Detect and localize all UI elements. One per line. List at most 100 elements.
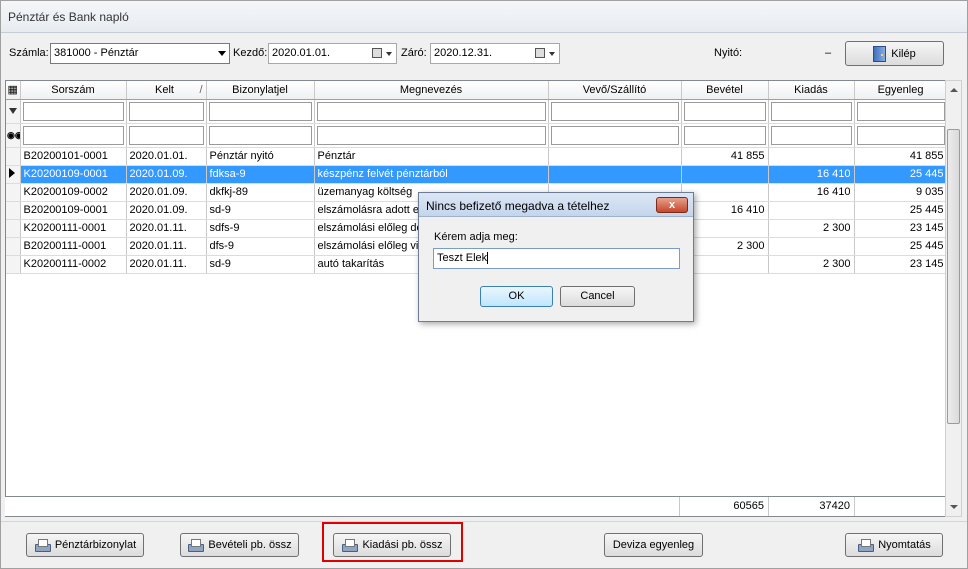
table-cell[interactable] <box>681 219 769 238</box>
table-cell[interactable] <box>548 147 682 166</box>
payer-name-input[interactable]: Teszt Elek <box>433 248 680 269</box>
col-header-bizonylatjel[interactable]: Bizonylatjel <box>206 81 315 100</box>
table-cell[interactable]: K20200109-0002 <box>20 183 127 202</box>
table-cell[interactable]: 16 410 <box>768 165 855 184</box>
filter-input-bizonylatjel[interactable] <box>208 101 312 121</box>
col-header-kiadas[interactable]: Kiadás <box>768 81 855 100</box>
calendar-icon[interactable] <box>535 48 545 58</box>
scroll-up-icon[interactable] <box>950 88 958 92</box>
table-cell[interactable] <box>681 255 769 274</box>
table-cell[interactable]: Pénztár <box>314 147 549 166</box>
start-date-field[interactable]: 2020.01.01. <box>268 43 397 64</box>
table-row[interactable]: K20200109-0001 2020.01.09. fdksa-9 készpénz… <box>6 165 945 184</box>
close-icon[interactable]: x <box>656 197 688 213</box>
col-header-kelt[interactable]: Kelt / <box>126 81 207 100</box>
filter-input-sorszam[interactable] <box>22 101 124 121</box>
search-input-vevo-szallito[interactable] <box>550 125 679 145</box>
table-cell[interactable]: sdfs-9 <box>206 219 315 238</box>
table-cell[interactable]: Pénztár nyitó <box>206 147 315 166</box>
table-cell[interactable] <box>768 147 855 166</box>
print-button[interactable]: Nyomtatás <box>845 533 943 557</box>
table-cell[interactable]: 41 855 <box>681 147 769 166</box>
col-header-egyenleg[interactable]: Egyenleg <box>854 81 945 100</box>
filter-input-kiadas[interactable] <box>770 101 852 121</box>
search-input-egyenleg[interactable] <box>856 125 945 145</box>
table-cell[interactable] <box>768 237 855 256</box>
end-date-field[interactable]: 2020.12.31. <box>430 43 560 64</box>
search-input-sorszam[interactable] <box>22 125 124 145</box>
row-indicator[interactable] <box>6 237 21 256</box>
col-header-sorszam[interactable]: Sorszám <box>20 81 127 100</box>
search-input-bizonylatjel[interactable] <box>208 125 312 145</box>
scroll-thumb[interactable] <box>947 129 960 424</box>
search-input-kiadas[interactable] <box>770 125 852 145</box>
col-header-bevetel[interactable]: Bevétel <box>681 81 769 100</box>
search-input-megnevezes[interactable] <box>316 125 546 145</box>
row-pointer-icon[interactable] <box>6 165 21 184</box>
table-cell[interactable]: 9 035 <box>854 183 945 202</box>
search-input-kelt[interactable] <box>128 125 204 145</box>
table-cell[interactable]: 25 445 <box>854 201 945 220</box>
table-cell[interactable]: készpénz felvét pénztárból <box>314 165 549 184</box>
ok-button[interactable]: OK <box>480 286 553 307</box>
cash-voucher-button[interactable]: Pénztárbizonylat <box>26 533 144 557</box>
table-cell[interactable]: K20200109-0001 <box>20 165 127 184</box>
filter-input-egyenleg[interactable] <box>856 101 945 121</box>
table-cell[interactable] <box>548 165 682 184</box>
col-header-vevo-szallito[interactable]: Vevő/Szállító <box>548 81 682 100</box>
table-cell[interactable] <box>768 201 855 220</box>
filter-input-vevo-szallito[interactable] <box>550 101 679 121</box>
row-indicator[interactable] <box>6 219 21 238</box>
table-cell[interactable]: 2020.01.09. <box>126 183 207 202</box>
table-cell[interactable]: K20200111-0001 <box>20 219 127 238</box>
table-cell[interactable]: sd-9 <box>206 201 315 220</box>
vertical-scrollbar[interactable] <box>945 80 962 517</box>
chevron-down-icon[interactable] <box>386 52 392 56</box>
filter-input-megnevezes[interactable] <box>316 101 546 121</box>
row-indicator[interactable] <box>6 183 21 202</box>
table-cell[interactable]: 2 300 <box>768 255 855 274</box>
row-indicator[interactable] <box>6 201 21 220</box>
table-cell[interactable]: 25 445 <box>854 237 945 256</box>
table-cell[interactable]: K20200111-0002 <box>20 255 127 274</box>
search-input-bevetel[interactable] <box>683 125 766 145</box>
calendar-icon[interactable] <box>372 48 382 58</box>
table-cell[interactable]: 2 300 <box>768 219 855 238</box>
filter-input-kelt[interactable] <box>128 101 204 121</box>
table-cell[interactable]: 23 145 <box>854 255 945 274</box>
table-cell[interactable]: sd-9 <box>206 255 315 274</box>
account-select[interactable]: 381000 - Pénztár <box>50 43 230 64</box>
table-cell[interactable]: 41 855 <box>854 147 945 166</box>
table-cell[interactable] <box>681 183 769 202</box>
table-cell[interactable]: 2020.01.01. <box>126 147 207 166</box>
table-cell[interactable]: 25 445 <box>854 165 945 184</box>
table-cell[interactable]: 2 300 <box>681 237 769 256</box>
column-chooser-icon[interactable]: ▦ <box>6 81 21 100</box>
row-indicator[interactable] <box>6 255 21 274</box>
table-cell[interactable] <box>681 165 769 184</box>
exit-button[interactable]: Kilép <box>845 41 944 66</box>
table-cell[interactable]: dkfkj-89 <box>206 183 315 202</box>
table-cell[interactable]: 2020.01.11. <box>126 237 207 256</box>
table-cell[interactable]: 16 410 <box>681 201 769 220</box>
table-cell[interactable]: 2020.01.09. <box>126 201 207 220</box>
chevron-down-icon[interactable] <box>549 52 555 56</box>
table-cell[interactable]: 2020.01.09. <box>126 165 207 184</box>
table-cell[interactable]: B20200111-0001 <box>20 237 127 256</box>
table-cell[interactable]: 23 145 <box>854 219 945 238</box>
row-indicator[interactable] <box>6 147 21 166</box>
table-cell[interactable]: 2020.01.11. <box>126 255 207 274</box>
table-row[interactable]: B20200101-0001 2020.01.01. Pénztár nyitó Pé… <box>6 147 945 166</box>
table-cell[interactable]: B20200109-0001 <box>20 201 127 220</box>
scroll-down-icon[interactable] <box>950 505 958 509</box>
table-cell[interactable]: 2020.01.11. <box>126 219 207 238</box>
filter-input-bevetel[interactable] <box>683 101 766 121</box>
col-header-megnevezes[interactable]: Megnevezés <box>314 81 549 100</box>
table-cell[interactable]: dfs-9 <box>206 237 315 256</box>
table-cell[interactable]: fdksa-9 <box>206 165 315 184</box>
cancel-button[interactable]: Cancel <box>560 286 635 307</box>
income-summary-button[interactable]: Bevételi pb. össz <box>180 533 299 557</box>
table-cell[interactable]: B20200101-0001 <box>20 147 127 166</box>
table-cell[interactable]: 16 410 <box>768 183 855 202</box>
currency-balance-button[interactable]: Deviza egyenleg <box>604 533 703 557</box>
